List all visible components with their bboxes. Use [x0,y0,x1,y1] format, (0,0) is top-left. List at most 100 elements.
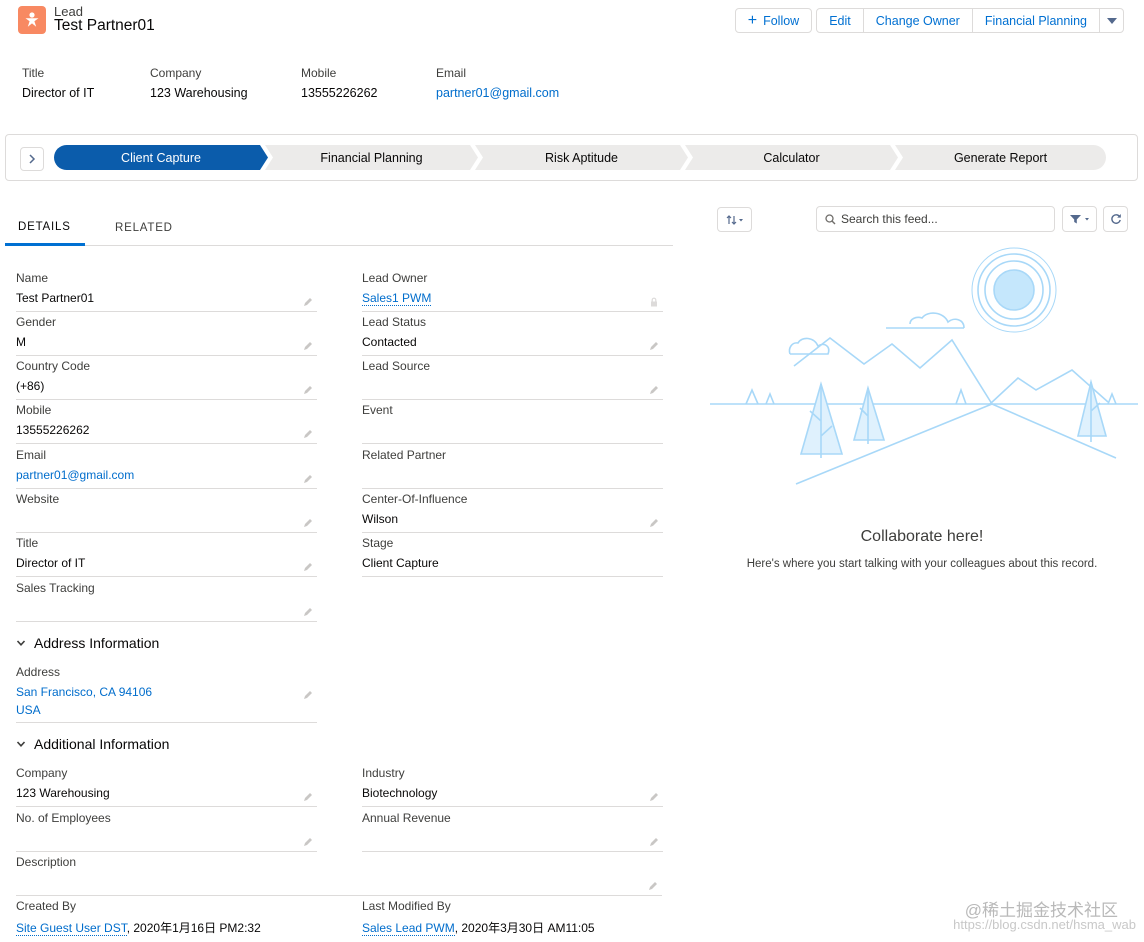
field-label: Gender [16,315,57,329]
field-label: Country Code [16,359,91,373]
lead-owner-link[interactable]: Sales1 PWM [362,291,432,306]
field-lead-status: Lead Status Contacted [362,312,663,356]
path-stage-generate-report[interactable]: Generate Report [895,145,1106,170]
sales-path: Client Capture Financial Planning Risk A… [5,134,1138,181]
pencil-icon[interactable] [649,518,659,528]
highlight-label: Mobile [301,66,337,80]
path-stage-risk-aptitude[interactable]: Risk Aptitude [475,145,688,170]
field-company: Company 123 Warehousing [16,763,317,807]
field-value: M [16,335,26,349]
pencil-icon[interactable] [649,341,659,351]
pencil-icon[interactable] [303,474,313,484]
pencil-icon[interactable] [303,429,313,439]
tab-details[interactable]: DETAILS [5,210,85,246]
follow-button[interactable]: + Follow [734,8,813,33]
pencil-icon[interactable] [303,607,313,617]
change-owner-button[interactable]: Change Owner [862,8,973,33]
pencil-icon[interactable] [303,297,313,307]
empty-feed-title: Collaborate here! [860,528,984,545]
financial-planning-button[interactable]: Financial Planning [971,8,1100,33]
pencil-icon[interactable] [303,518,313,528]
empty-feed-subtitle: Here's where you start talking with your… [746,558,1098,570]
field-name: Name Test Partner01 [16,268,317,312]
feed-refresh-button[interactable] [1103,206,1128,232]
field-label: No. of Employees [16,811,111,825]
search-icon [825,214,836,225]
tab-related[interactable]: RELATED [115,210,173,246]
created-by-user-link[interactable]: Site Guest User DST [16,921,127,936]
chevron-down-icon [16,640,26,646]
field-created-by: Created By Site Guest User DST, 2020年1月1… [16,896,317,940]
feed-sort-button[interactable] [717,207,752,232]
field-center-of-influence: Center-Of-Influence Wilson [362,489,663,533]
path-stage-calculator[interactable]: Calculator [685,145,898,170]
record-header: Lead Test Partner01 + Follow Edit Change… [0,0,1144,130]
highlight-label: Company [150,66,202,80]
feed-search-input[interactable] [841,211,1046,227]
plus-icon: + [747,11,758,29]
field-label: Stage [362,536,394,550]
header-actions: + Follow Edit Change Owner Financial Pla… [734,8,1124,33]
pencil-icon[interactable] [649,385,659,395]
field-event: Event [362,400,663,444]
field-label: Last Modified By [362,899,451,913]
field-address: Address San Francisco, CA 94106 USA [16,662,317,723]
filter-icon [1069,215,1089,224]
field-label: Mobile [16,403,52,417]
field-label: Title [16,536,39,550]
pencil-icon[interactable] [648,881,658,891]
field-value: Client Capture [362,556,439,570]
pencil-icon[interactable] [649,837,659,847]
feed-filter-button[interactable] [1062,206,1097,232]
field-value: Director of IT [16,556,86,570]
path-expand-button[interactable] [20,147,44,171]
path-stage-financial-planning[interactable]: Financial Planning [265,145,478,170]
created-by-value: Site Guest User DST, 2020年1月16日 PM2:32 [16,919,261,936]
section-address-toggle[interactable]: Address Information [16,635,159,651]
address-country-link[interactable]: USA [16,703,41,717]
highlight-value: Director of IT [22,86,95,100]
path-stages: Client Capture Financial Planning Risk A… [54,145,1106,170]
pencil-icon[interactable] [303,837,313,847]
field-lead-owner: Lead Owner Sales1 PWM [362,268,663,312]
pencil-icon[interactable] [303,341,313,351]
pencil-icon[interactable] [649,792,659,802]
section-additional-toggle[interactable]: Additional Information [16,736,169,752]
highlight-title: Title Director of IT [22,66,150,100]
highlight-company: Company 123 Warehousing [150,66,301,100]
pencil-icon[interactable] [303,562,313,572]
path-stage-label: Generate Report [953,150,1048,165]
pencil-icon[interactable] [303,385,313,395]
path-stage-client-capture[interactable]: Client Capture [54,145,268,170]
highlight-email-link[interactable]: partner01@gmail.com [436,86,636,100]
field-lead-source: Lead Source [362,356,663,400]
field-label: Event [362,403,393,417]
field-value: Wilson [362,512,399,526]
field-label: Name [16,271,49,285]
field-label: Center-Of-Influence [362,492,468,506]
highlights-panel: Title Director of IT Company 123 Warehou… [22,66,636,100]
empty-feed-illustration [710,247,1138,485]
field-label: Company [16,766,68,780]
field-label: Sales Tracking [16,581,95,595]
field-annual-revenue: Annual Revenue [362,808,663,852]
field-label: Related Partner [362,448,447,462]
pencil-icon[interactable] [303,792,313,802]
more-actions-button[interactable] [1099,8,1124,33]
field-label: Industry [362,766,405,780]
pencil-icon[interactable] [303,690,313,700]
action-button-group: Edit Change Owner Financial Planning [816,8,1124,33]
sort-icon [726,214,743,225]
field-related-partner: Related Partner [362,445,663,489]
lead-icon [18,6,46,34]
modified-by-value: Sales Lead PWM, 2020年3月30日 AM11:05 [362,919,595,936]
path-stage-label: Financial Planning [320,150,423,165]
field-label: Email [16,448,47,462]
chevron-right-icon [29,154,36,164]
modified-by-user-link[interactable]: Sales Lead PWM [362,921,455,936]
edit-button[interactable]: Edit [816,8,864,33]
modified-by-date: , 2020年3月30日 AM11:05 [454,921,595,935]
field-country-code: Country Code (+86) [16,356,317,400]
email-link[interactable]: partner01@gmail.com [16,468,134,482]
address-link[interactable]: San Francisco, CA 94106 [16,685,152,699]
